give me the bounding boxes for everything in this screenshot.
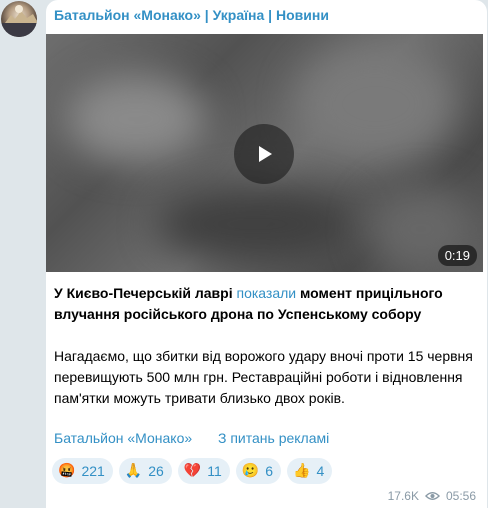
reaction-count: 4 bbox=[316, 463, 325, 479]
post-inline-link[interactable]: показали bbox=[237, 285, 297, 301]
post-body: Нагадаємо, що збитки від ворожого удару … bbox=[54, 348, 473, 406]
eye-icon bbox=[424, 492, 440, 500]
smiling-tear-icon: 🥲 bbox=[241, 463, 260, 479]
video-player[interactable]: 0:19 bbox=[46, 34, 483, 272]
reaction-count: 221 bbox=[81, 463, 105, 479]
reaction-tear-smile[interactable]: 🥲 6 bbox=[235, 458, 282, 484]
reaction-count: 26 bbox=[148, 463, 164, 479]
channel-avatar[interactable] bbox=[1, 1, 37, 37]
reaction-count: 11 bbox=[207, 463, 222, 479]
reaction-pray[interactable]: 🙏 26 bbox=[118, 458, 172, 484]
channel-footer-link[interactable]: Батальйон «Монако» bbox=[54, 430, 192, 446]
broken-heart-icon: 💔 bbox=[183, 463, 202, 479]
play-icon bbox=[259, 146, 272, 162]
reaction-angry[interactable]: 🤬 221 bbox=[52, 458, 113, 484]
reactions-bar: 🤬 221 🙏 26 💔 11 🥲 6 👍 4 bbox=[52, 458, 333, 484]
views-count: 17.6K bbox=[387, 489, 419, 503]
message-time: 05:56 bbox=[445, 489, 476, 503]
post-headline: У Києво-Печерській лаврі показали момент… bbox=[54, 285, 443, 322]
message-meta: 17.6K 05:56 bbox=[388, 489, 476, 503]
reaction-thumbs-up[interactable]: 👍 4 bbox=[287, 458, 333, 484]
angry-face-icon: 🤬 bbox=[58, 463, 76, 479]
channel-name[interactable]: Батальйон «Монако» | Україна | Новини bbox=[54, 7, 329, 23]
ads-contact-link[interactable]: З питань рекламі bbox=[218, 430, 329, 446]
reaction-count: 6 bbox=[265, 463, 274, 479]
folded-hands-icon: 🙏 bbox=[124, 463, 143, 479]
reaction-broken-heart[interactable]: 💔 11 bbox=[177, 458, 230, 484]
video-duration: 0:19 bbox=[437, 245, 477, 266]
thumbs-up-icon: 👍 bbox=[293, 463, 311, 479]
play-button[interactable] bbox=[234, 124, 294, 184]
